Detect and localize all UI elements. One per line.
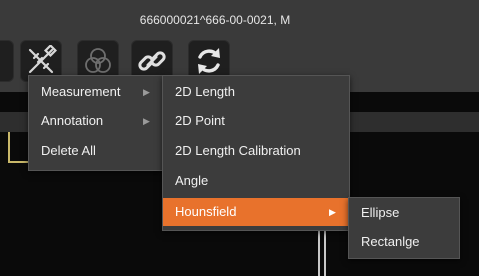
ruler-pencil-icon [28, 45, 57, 74]
window-title: 666000021^666-00-0021, M [139, 13, 291, 27]
viewport-border-vertical [8, 132, 10, 162]
menu-item-ellipse[interactable]: Ellipse [349, 199, 459, 227]
submenu-arrow-icon: ▶ [143, 87, 150, 97]
menu-item-label: Angle [175, 173, 209, 188]
menu-item-2d-point[interactable]: 2D Point [163, 107, 349, 135]
chain-link-icon [138, 51, 166, 71]
hounsfield-submenu: Ellipse Rectanlge [348, 197, 460, 259]
menu-item-delete-all[interactable]: Delete All [29, 137, 163, 165]
measurement-submenu: 2D Length 2D Point 2D Length Calibration… [162, 75, 350, 231]
toolbar-partial-button[interactable] [0, 40, 14, 82]
menu-item-label: 2D Length [175, 84, 235, 99]
menu-item-label: Hounsfield [175, 204, 237, 219]
menu-item-label: Rectanlge [361, 234, 420, 249]
menu-item-label: Measurement [41, 84, 121, 99]
menu-item-annotation[interactable]: Annotation ▶ [29, 107, 163, 135]
context-menu: Measurement ▶ Annotation ▶ Delete All [28, 75, 164, 171]
refresh-icon [198, 48, 220, 74]
submenu-arrow-icon: ▶ [329, 207, 336, 217]
menu-item-label: Annotation [41, 113, 104, 128]
menu-item-2d-length[interactable]: 2D Length [163, 78, 349, 106]
menu-item-label: Ellipse [361, 205, 400, 220]
menu-item-measurement[interactable]: Measurement ▶ [29, 78, 163, 106]
menu-item-hounsfield[interactable]: Hounsfield ▶ [163, 198, 349, 226]
title-bar: 666000021^666-00-0021, M [0, 0, 479, 34]
overlapping-circles-icon [85, 48, 111, 73]
menu-item-label: 2D Point [175, 113, 225, 128]
menu-item-label: Delete All [41, 143, 96, 158]
menu-item-angle[interactable]: Angle [163, 167, 349, 195]
menu-item-2d-length-calibration[interactable]: 2D Length Calibration [163, 137, 349, 165]
menu-item-label: 2D Length Calibration [175, 143, 301, 158]
submenu-arrow-icon: ▶ [143, 116, 150, 126]
menu-item-rectangle[interactable]: Rectanlge [349, 228, 459, 256]
